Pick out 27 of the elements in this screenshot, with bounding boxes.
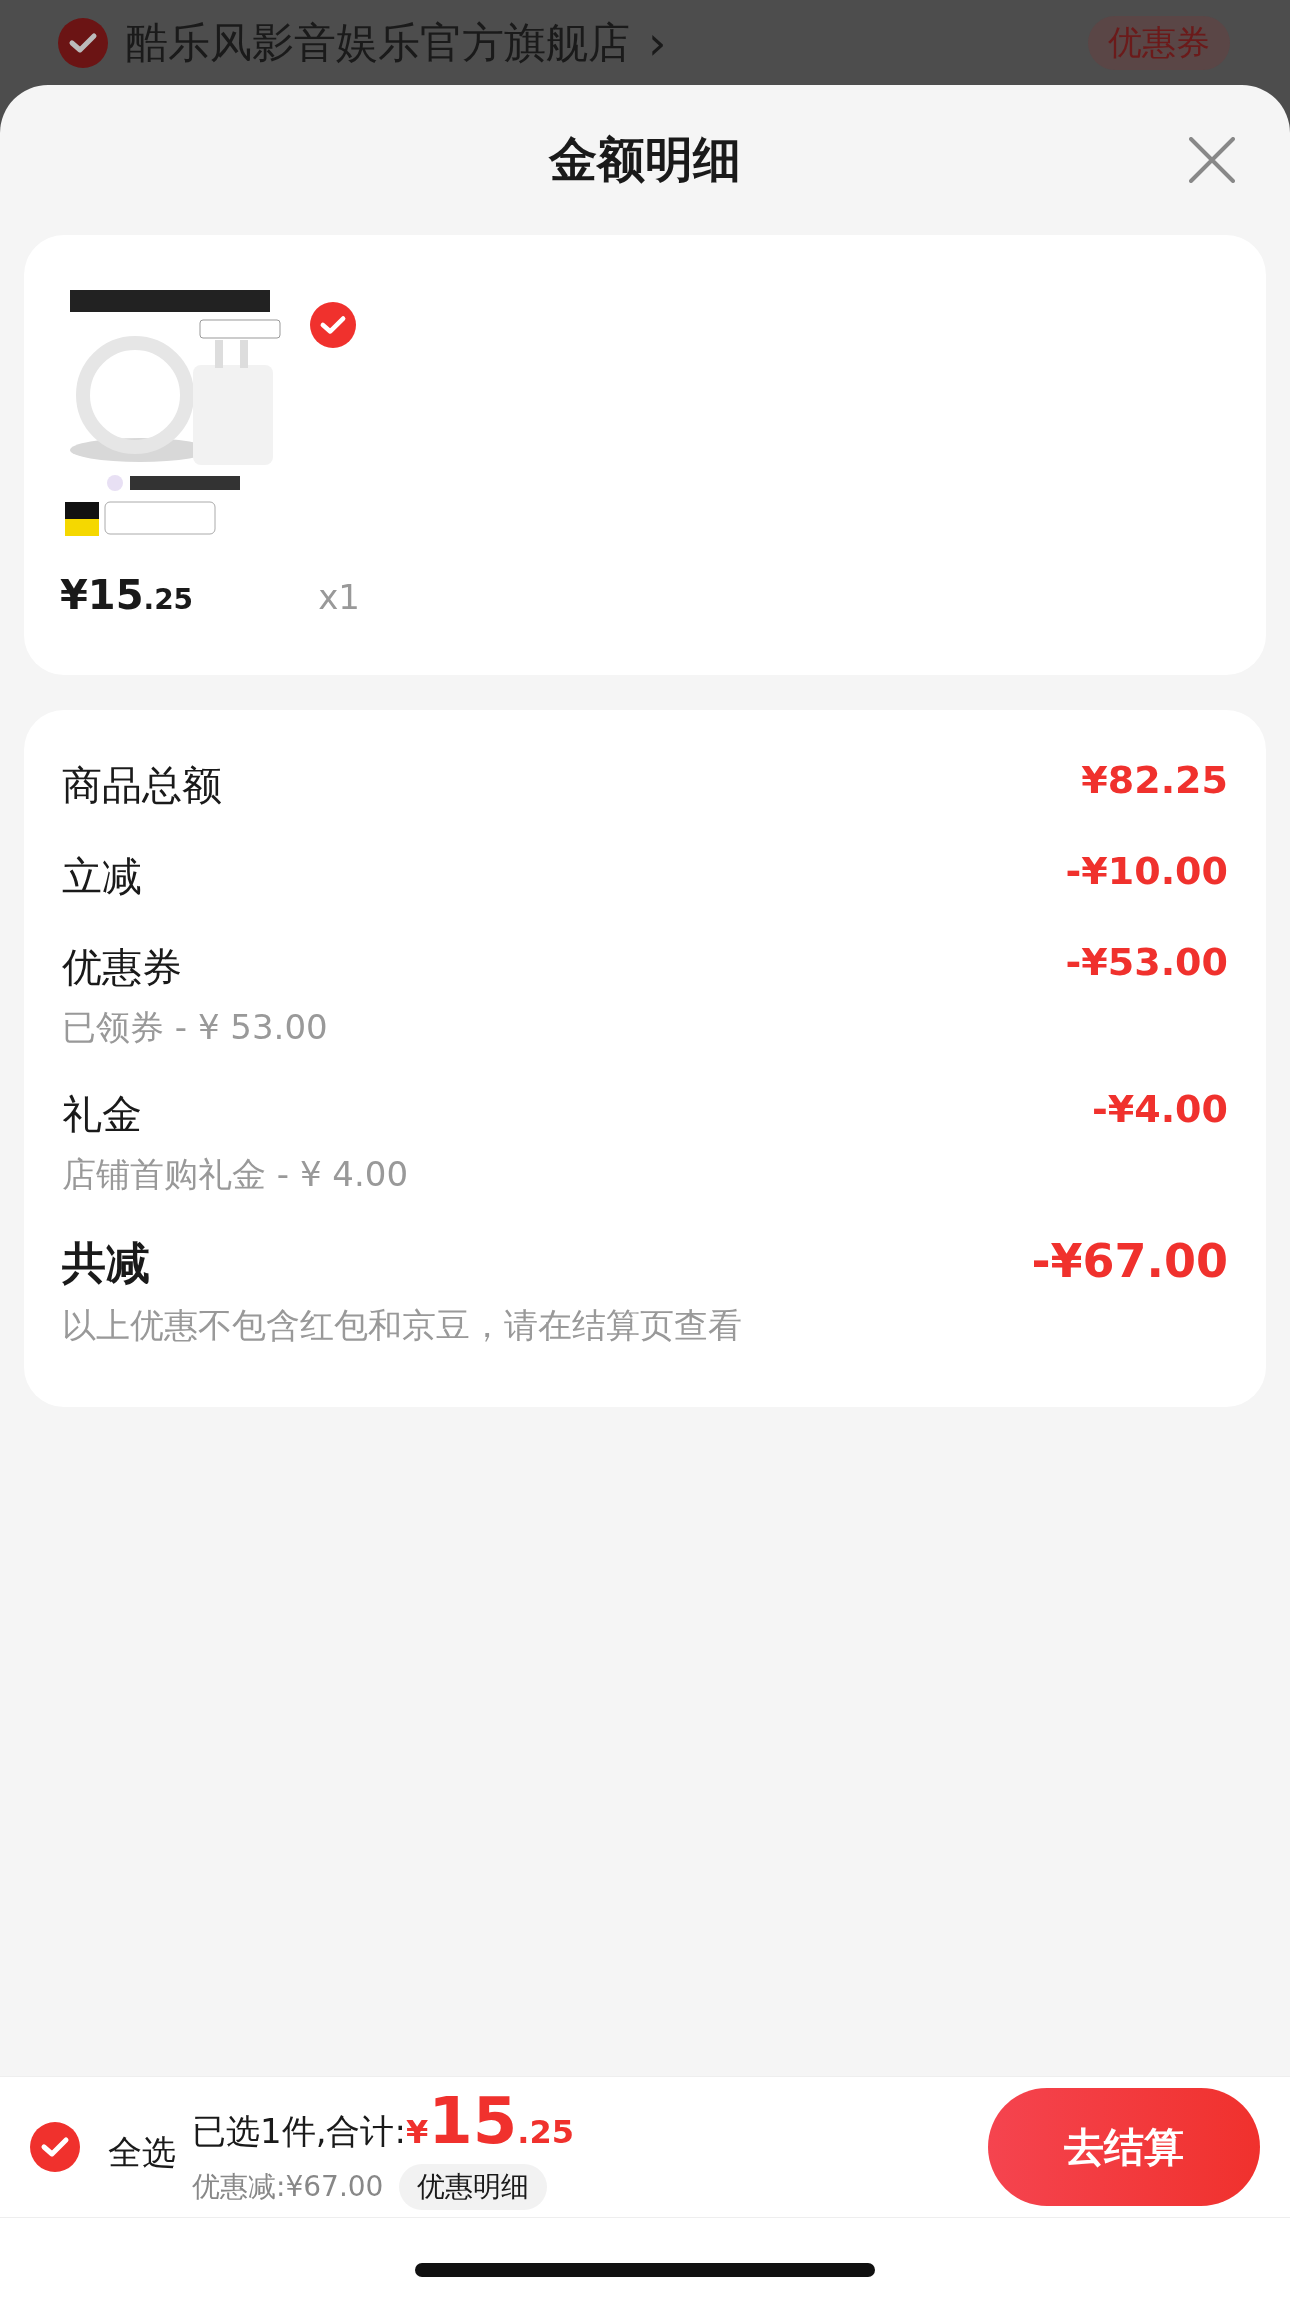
item-price: ¥15.25	[60, 572, 194, 618]
discount-details-button[interactable]: 优惠明细	[399, 2164, 548, 2210]
chevron-icon[interactable]: ›	[648, 15, 667, 70]
summary-amount: -¥10.00	[1065, 849, 1228, 893]
summary-label: 共减	[62, 1236, 151, 1290]
close-icon[interactable]	[1189, 137, 1235, 183]
summary-note: 已领券 - ¥ 53.00	[62, 1006, 328, 1049]
summary-label: 商品总额	[62, 761, 222, 810]
sheet-title: 金额明细	[549, 130, 741, 189]
summary-note: 以上优惠不包含红包和京豆，请在结算页查看	[62, 1304, 742, 1347]
summary-note: 店铺首购礼金 - ¥ 4.00	[62, 1153, 409, 1196]
check-icon[interactable]	[58, 17, 108, 68]
check-icon[interactable]	[310, 302, 356, 348]
summary-amount: -¥4.00	[1092, 1087, 1228, 1131]
summary-amount: -¥53.00	[1065, 940, 1228, 984]
check-icon[interactable]	[30, 2122, 80, 2172]
selected-count-text: 已选1件,合计:	[192, 2110, 406, 2153]
summary-label: 优惠券	[62, 943, 183, 992]
summary-amount: ¥82.25	[1081, 758, 1228, 802]
summary-label: 立减	[62, 852, 142, 901]
total-price: ¥15.25	[405, 2084, 574, 2158]
item-quantity: x1	[318, 577, 360, 617]
checkout-button[interactable]: 去结算	[988, 2088, 1260, 2206]
summary-amount: -¥67.00	[1031, 1234, 1228, 1288]
select-all-label[interactable]: 全选	[108, 2130, 176, 2176]
discount-text: 优惠减:¥67.00	[192, 2169, 384, 2205]
summary-label: 礼金	[62, 1090, 143, 1139]
